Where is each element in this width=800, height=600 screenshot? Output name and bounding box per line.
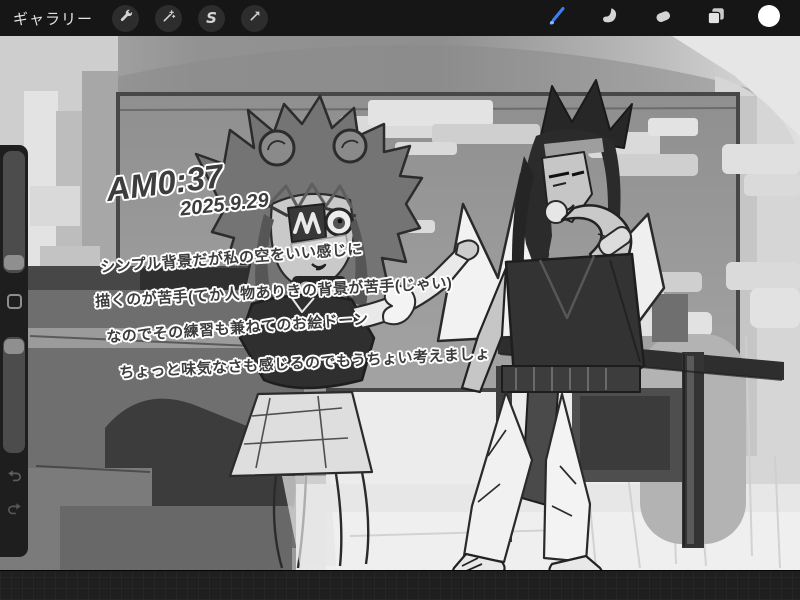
paint-tool-button[interactable] bbox=[545, 6, 569, 30]
undo-button[interactable] bbox=[3, 467, 25, 489]
gallery-button[interactable]: ギャラリー bbox=[13, 8, 93, 29]
drawing-canvas[interactable]: AM0:37 2025.9.29 シンプル背景だが私の空をいい感じに 描くのが苦… bbox=[0, 36, 800, 570]
color-button[interactable] bbox=[757, 4, 781, 33]
redo-icon bbox=[6, 500, 23, 522]
modify-button[interactable] bbox=[7, 294, 22, 309]
adjustments-button[interactable] bbox=[155, 4, 183, 32]
layers-button[interactable] bbox=[704, 6, 728, 30]
paint-tools-group bbox=[545, 4, 787, 33]
layers-icon bbox=[705, 5, 727, 32]
actions-button[interactable] bbox=[112, 4, 140, 32]
sidebar-controls bbox=[0, 145, 28, 557]
transform-arrow-icon bbox=[247, 8, 263, 29]
redo-button[interactable] bbox=[3, 500, 25, 522]
opacity-slider-handle[interactable] bbox=[4, 339, 24, 354]
opacity-slider[interactable] bbox=[3, 337, 25, 453]
brush-icon bbox=[545, 4, 569, 33]
eraser-icon bbox=[652, 5, 674, 32]
wrench-icon bbox=[118, 8, 134, 29]
selection-s-icon: S bbox=[206, 9, 217, 27]
selection-button[interactable]: S bbox=[198, 4, 226, 32]
brush-size-slider-handle[interactable] bbox=[4, 255, 24, 270]
color-circle-icon bbox=[757, 4, 781, 33]
transform-button[interactable] bbox=[241, 4, 269, 32]
erase-tool-button[interactable] bbox=[651, 6, 675, 30]
smudge-tool-button[interactable] bbox=[598, 6, 622, 30]
smudge-icon bbox=[599, 5, 621, 32]
undo-icon bbox=[6, 467, 23, 489]
procreate-app: ギャラリー S AM0:37 2025.9.29 シンプル背景だが私の空をいい感… bbox=[0, 0, 800, 600]
top-toolbar: ギャラリー S bbox=[0, 0, 800, 36]
app-background-strip bbox=[0, 570, 800, 600]
magic-wand-icon bbox=[161, 8, 177, 29]
